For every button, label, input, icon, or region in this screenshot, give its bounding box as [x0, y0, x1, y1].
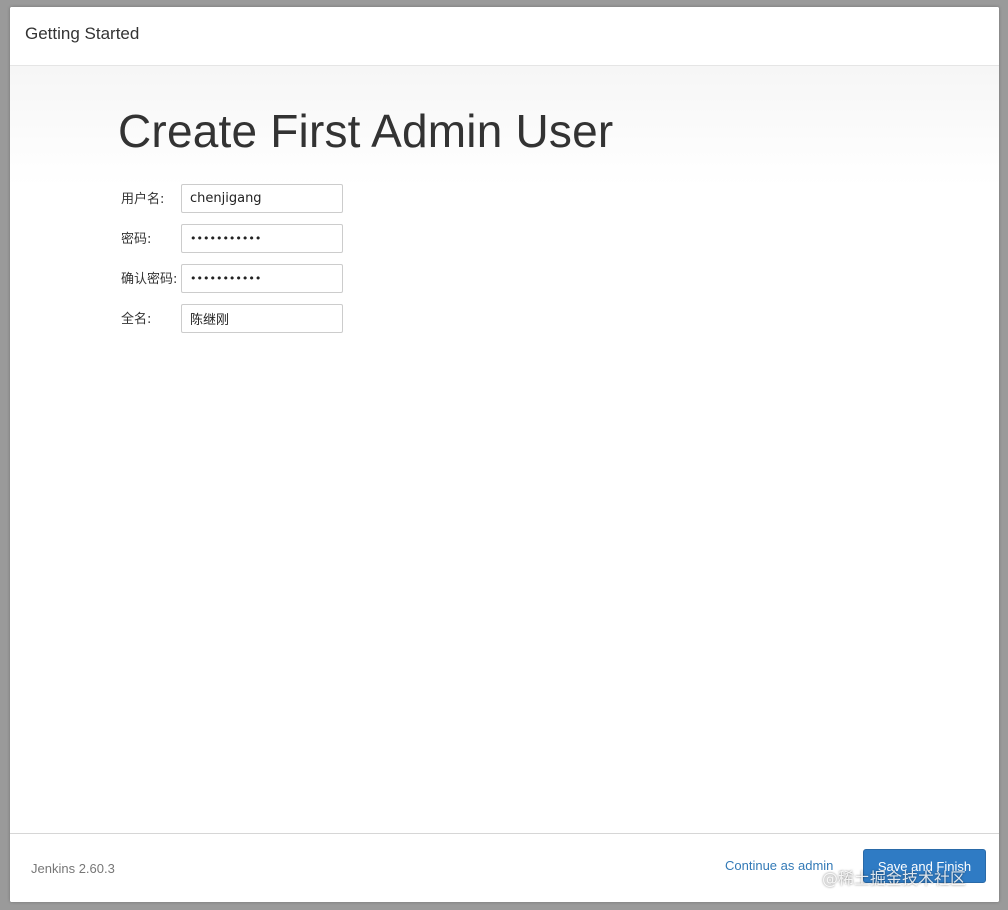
header-title: Getting Started: [25, 24, 140, 43]
setup-dialog: Getting Started Create First Admin User …: [10, 7, 999, 902]
fullname-input[interactable]: [181, 304, 343, 333]
confirm-password-input[interactable]: [181, 264, 343, 293]
password-input[interactable]: [181, 224, 343, 253]
dialog-footer: Jenkins 2.60.3 Continue as admin Save an…: [10, 833, 999, 902]
username-input[interactable]: [181, 184, 343, 213]
save-and-finish-button[interactable]: Save and Finish: [863, 849, 986, 883]
jenkins-version: Jenkins 2.60.3: [31, 861, 115, 876]
fullname-label: 全名:: [121, 312, 152, 327]
confirm-password-label: 确认密码:: [121, 272, 178, 287]
username-label: 用户名:: [121, 192, 165, 207]
dialog-content: Create First Admin User 用户名: 密码: 确认密码: 全…: [10, 66, 999, 833]
dialog-header: Getting Started: [10, 7, 999, 66]
continue-as-admin-link[interactable]: Continue as admin: [725, 858, 833, 873]
password-label: 密码:: [121, 232, 152, 247]
page-title: Create First Admin User: [118, 105, 614, 157]
